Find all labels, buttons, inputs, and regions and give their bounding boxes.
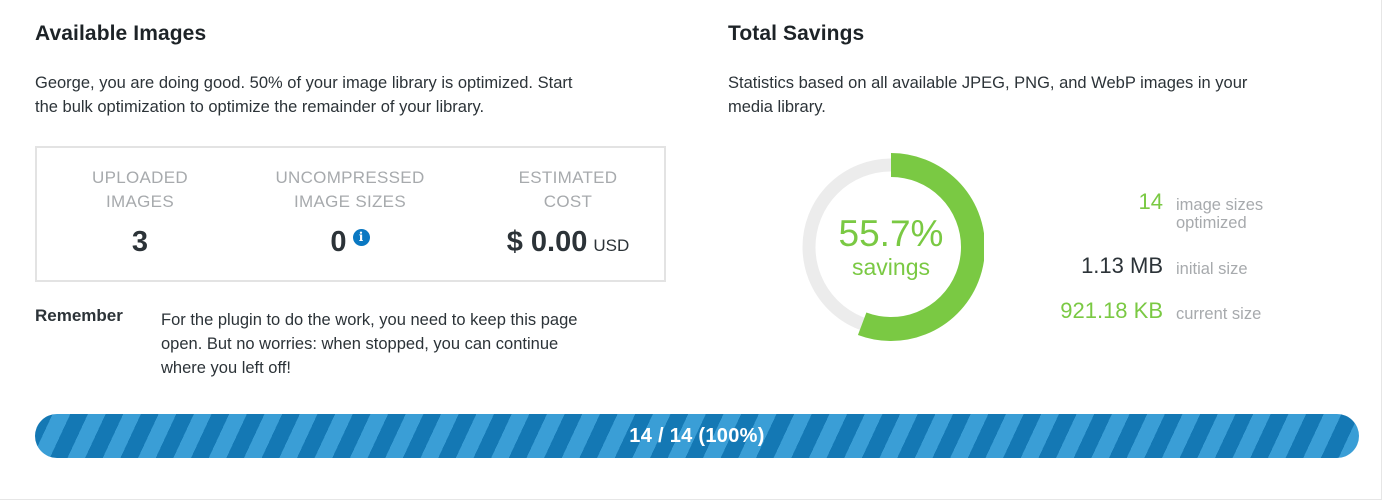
currency-unit: USD — [593, 236, 630, 255]
savings-percent: 55.7% — [838, 213, 944, 254]
progress-label: 14 / 14 (100%) — [629, 424, 765, 447]
initial-size-value: 1.13 MB — [1081, 253, 1163, 278]
available-images-section: Available Images George, you are doing g… — [35, 22, 675, 377]
total-savings-intro: Statistics based on all available JPEG, … — [728, 74, 1248, 116]
initial-size-desc: initial size — [1176, 260, 1248, 278]
estimated-cost-stat: ESTIMATED COST $ 0.00 USD — [483, 166, 653, 264]
current-size-desc: current size — [1176, 305, 1262, 323]
savings-donut-chart: 55.7% savings — [797, 149, 985, 345]
uploaded-images-stat: UPLOADED IMAGES 3 — [70, 166, 210, 260]
available-images-heading: Available Images — [35, 22, 207, 45]
legend-row-optimized: 14 image sizes optimized — [1018, 189, 1318, 233]
uncompressed-sizes-stat: UNCOMPRESSED IMAGE SIZES 0 i — [255, 166, 445, 260]
current-size-value: 921.18 KB — [1060, 298, 1163, 323]
savings-label: savings — [852, 254, 930, 280]
bulk-optimization-panel: Available Images George, you are doing g… — [0, 0, 1382, 500]
optimization-progress-bar: 14 / 14 (100%) — [35, 414, 1359, 458]
estimated-cost-label: ESTIMATED COST — [518, 168, 618, 211]
optimized-desc: image sizes optimized — [1176, 196, 1264, 232]
estimated-cost-value: $ 0.00 USD — [483, 224, 653, 264]
uploaded-images-label: UPLOADED IMAGES — [92, 168, 188, 211]
uncompressed-sizes-label: UNCOMPRESSED IMAGE SIZES — [275, 168, 425, 211]
info-icon[interactable]: i — [352, 229, 370, 246]
total-savings-heading: Total Savings — [728, 22, 865, 45]
legend-row-current-size: 921.18 KB current size — [1018, 298, 1318, 324]
optimized-count: 14 — [1138, 189, 1163, 214]
image-stats-box: UPLOADED IMAGES 3 UNCOMPRESSED IMAGE SIZ… — [35, 146, 666, 282]
remember-text: For the plugin to do the work, you need … — [161, 311, 578, 377]
available-images-intro: George, you are doing good. 50% of your … — [35, 74, 573, 116]
uploaded-images-value: 3 — [131, 226, 149, 258]
legend-row-initial-size: 1.13 MB initial size — [1018, 253, 1318, 279]
donut-center-label: 55.7% savings — [798, 149, 984, 345]
remember-label: Remember — [35, 306, 123, 325]
total-savings-section: Total Savings Statistics based on all av… — [728, 22, 1348, 341]
uncompressed-sizes-value: 0 i — [255, 224, 445, 260]
